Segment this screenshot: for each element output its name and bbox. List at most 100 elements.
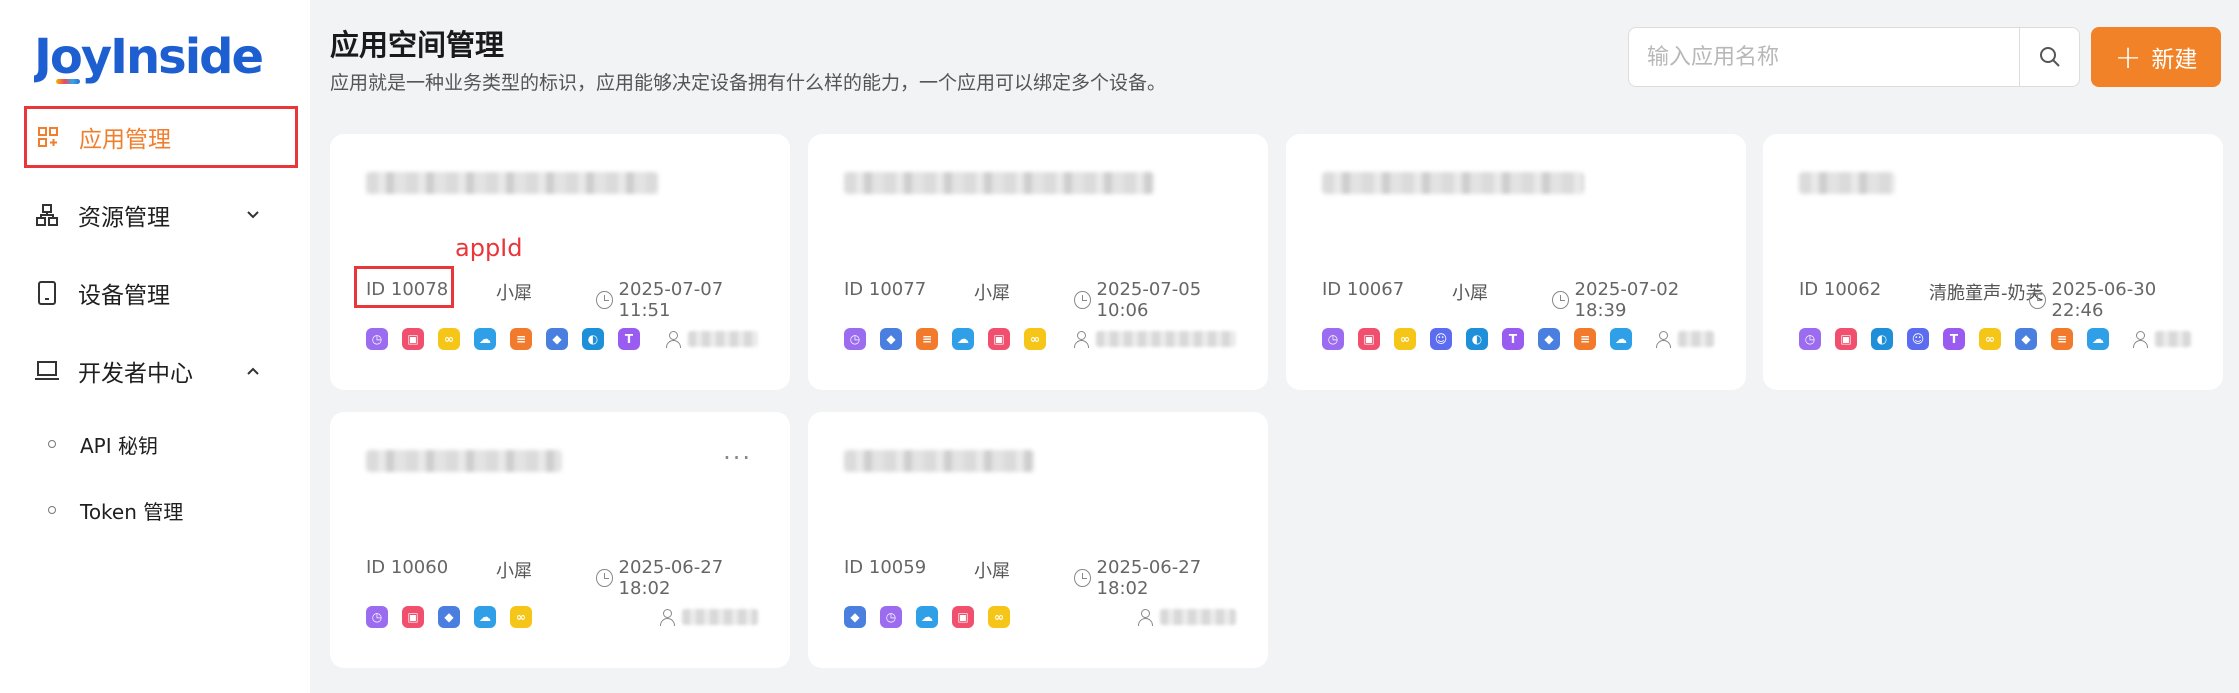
app-created-time: 2025-07-07 11:51 xyxy=(618,279,724,321)
svg-text:JoyInside: JoyInside xyxy=(34,29,263,85)
alarm-icon: ◷ xyxy=(1322,328,1344,350)
app-device: 小犀 xyxy=(1452,283,1488,304)
user-icon xyxy=(664,330,682,348)
app-card[interactable]: ID 10067 小犀 2025-07-02 18:39 ◷ ▣ ∞ ☺ ◐ T ◆ ≡ ☁ xyxy=(1286,134,1746,390)
search-input[interactable] xyxy=(1629,28,2019,86)
search-button[interactable] xyxy=(2019,28,2079,86)
glasses-icon: ∞ xyxy=(1024,328,1046,350)
more-options-icon[interactable]: ··· xyxy=(723,444,752,472)
app-id: ID 10077 xyxy=(844,279,927,300)
app-id: ID 10062 xyxy=(1799,279,1882,300)
glasses-icon: ∞ xyxy=(438,328,460,350)
owner-name-redacted xyxy=(2155,331,2191,347)
glasses-icon: ∞ xyxy=(510,606,532,628)
weather-icon: ☁ xyxy=(474,606,496,628)
clock-icon xyxy=(1552,291,1569,309)
owner-name-redacted xyxy=(682,609,758,625)
app-owner xyxy=(1072,330,1236,348)
app-card[interactable]: ··· ID 10060 小犀 2025-06-27 18:02 ◷ ▣ ◆ ☁ ∞ xyxy=(330,412,790,668)
app-card[interactable]: ID 10062 清脆童声-奶芙 2025-06-30 22:46 ◷ ▣ ◐ ☺ T ∞… xyxy=(1763,134,2223,390)
app-owner xyxy=(664,330,758,348)
education-icon: ◆ xyxy=(844,606,866,628)
chat-icon: ≡ xyxy=(1574,328,1596,350)
app-card[interactable]: ID 10078 小犀 2025-07-07 11:51 appId ◷ ▣ ∞ ☁ ≡… xyxy=(330,134,790,390)
bullet-dot-icon xyxy=(48,440,56,448)
glasses-icon: ∞ xyxy=(1394,328,1416,350)
education-icon: ◆ xyxy=(1538,328,1560,350)
screen-icon: ▣ xyxy=(1358,328,1380,350)
search-icon xyxy=(2039,47,2060,67)
app-name-redacted xyxy=(1322,172,1584,194)
translate-icon: T xyxy=(618,328,640,350)
resource-tree-icon xyxy=(32,200,62,230)
app-name-redacted xyxy=(366,172,658,194)
sidebar-subitem-api-key[interactable]: API 秘钥 xyxy=(48,424,158,464)
app-owner xyxy=(1136,608,1236,626)
app-owner xyxy=(658,608,758,626)
glasses-icon: ∞ xyxy=(1979,328,2001,350)
user-icon xyxy=(1654,330,1672,348)
app-device: 小犀 xyxy=(496,561,532,582)
app-id: ID 10067 xyxy=(1322,279,1405,300)
app-name-redacted xyxy=(844,172,1154,194)
app-created-time: 2025-07-05 10:06 xyxy=(1096,279,1202,321)
weather-icon: ☁ xyxy=(2087,328,2109,350)
app-device: 小犀 xyxy=(974,283,1010,304)
app-card[interactable]: ID 10059 小犀 2025-06-27 18:02 ◆ ◷ ☁ ▣ ∞ xyxy=(808,412,1268,668)
capability-icons: ◷ ▣ ◆ ☁ ∞ xyxy=(366,606,546,630)
page-description: 应用就是一种业务类型的标识，应用能够决定设备拥有什么样的能力，一个应用可以绑定多… xyxy=(330,72,1167,94)
sidebar-item-app-management[interactable]: 应用管理 xyxy=(24,106,298,168)
app-name-redacted xyxy=(366,450,562,472)
appid-annotation: appId xyxy=(455,234,523,262)
chat-icon: ≡ xyxy=(510,328,532,350)
capability-icons: ◷ ▣ ∞ ☺ ◐ T ◆ ≡ ☁ xyxy=(1322,328,1646,352)
sidebar-subitem-label: Token 管理 xyxy=(80,499,184,524)
chat-icon: ≡ xyxy=(2051,328,2073,350)
capability-icons: ◷ ▣ ∞ ☁ ≡ ◆ ◐ T xyxy=(366,328,654,352)
app-name-redacted xyxy=(844,450,1034,472)
screen-icon: ▣ xyxy=(1835,328,1857,350)
app-meta: ID 10077 小犀 2025-07-05 10:06 xyxy=(844,279,1244,321)
chat-icon: ≡ xyxy=(916,328,938,350)
capability-icons: ◷ ▣ ◐ ☺ T ∞ ◆ ≡ ☁ xyxy=(1799,328,2123,352)
app-created-time: 2025-07-02 18:39 xyxy=(1574,279,1680,321)
device-tablet-icon xyxy=(32,278,62,308)
sidebar-item-device-management[interactable]: 设备管理 xyxy=(24,262,298,324)
new-app-button[interactable]: + 新建 xyxy=(2091,27,2221,87)
laptop-icon xyxy=(32,356,62,386)
capability-icons: ◆ ◷ ☁ ▣ ∞ xyxy=(844,606,1024,630)
sidebar-item-label: 开发者中心 xyxy=(78,361,193,387)
weather-icon: ☁ xyxy=(916,606,938,628)
app-meta: ID 10067 小犀 2025-07-02 18:39 xyxy=(1322,279,1722,321)
chevron-down-icon[interactable] xyxy=(242,204,264,226)
capability-icons: ◷ ◆ ≡ ☁ ▣ ∞ xyxy=(844,328,1060,352)
alarm-icon: ◷ xyxy=(844,328,866,350)
joyinside-logo[interactable]: JoyInside xyxy=(34,22,274,92)
page-title: 应用空间管理 xyxy=(330,28,505,62)
sidebar-subitem-label: API 秘钥 xyxy=(80,433,158,458)
app-id-highlight-box xyxy=(354,266,454,308)
app-meta: ID 10062 清脆童声-奶芙 2025-06-30 22:46 xyxy=(1799,279,2199,321)
clock-icon xyxy=(596,569,613,587)
app-created-time: 2025-06-27 18:02 xyxy=(618,557,724,599)
sidebar-subitem-token-management[interactable]: Token 管理 xyxy=(48,490,183,530)
chevron-up-icon[interactable] xyxy=(242,360,264,382)
weather-icon: ☁ xyxy=(474,328,496,350)
sidebar: JoyInside 应用管理 资源管理 设备管理 开发者中心 API 秘钥 To… xyxy=(0,0,310,693)
education-icon: ◆ xyxy=(546,328,568,350)
app-card[interactable]: ID 10077 小犀 2025-07-05 10:06 ◷ ◆ ≡ ☁ ▣ ∞ xyxy=(808,134,1268,390)
translate-icon: T xyxy=(1502,328,1524,350)
sidebar-item-label: 资源管理 xyxy=(78,205,170,231)
user-icon xyxy=(1072,330,1090,348)
education-icon: ◆ xyxy=(880,328,902,350)
face-scan-icon: ☺ xyxy=(1907,328,1929,350)
user-icon xyxy=(658,608,676,626)
app-created-time: 2025-06-27 18:02 xyxy=(1096,557,1202,599)
sidebar-item-resource-management[interactable]: 资源管理 xyxy=(24,184,298,246)
sidebar-item-label: 应用管理 xyxy=(79,127,171,153)
app-created-time: 2025-06-30 22:46 xyxy=(2051,279,2157,321)
search-box xyxy=(1628,27,2080,87)
alarm-icon: ◷ xyxy=(366,606,388,628)
sidebar-item-developer-center[interactable]: 开发者中心 xyxy=(24,340,298,402)
owner-name-redacted xyxy=(1160,609,1236,625)
